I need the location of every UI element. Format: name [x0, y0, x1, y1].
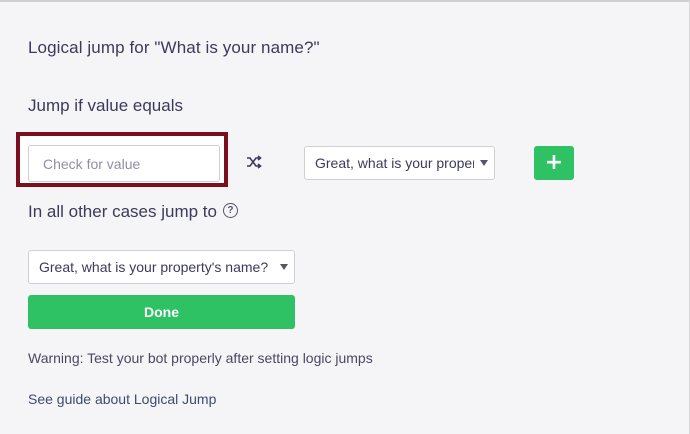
caret-down-icon	[280, 264, 288, 270]
fallback-label: In all other cases jump to	[28, 202, 217, 221]
shuffle-icon	[247, 155, 262, 169]
question-circle-icon[interactable]: ?	[222, 203, 238, 219]
guide-link[interactable]: See guide about Logical Jump	[28, 391, 216, 407]
done-button[interactable]: Done	[28, 295, 295, 329]
jump-target-value: Great, what is your property's name?	[315, 155, 474, 171]
top-divider	[0, 0, 690, 2]
logical-jump-panel: Logical jump for "What is your name?" Ju…	[0, 0, 690, 434]
check-value-input[interactable]	[28, 145, 220, 182]
fallback-target-value: Great, what is your property's name?	[39, 259, 269, 275]
fallback-target-select[interactable]: Great, what is your property's name?	[28, 250, 295, 284]
jump-target-select[interactable]: Great, what is your property's name?	[304, 146, 495, 180]
jump-condition-label: Jump if value equals	[28, 96, 183, 115]
add-rule-button[interactable]: +	[534, 146, 574, 180]
page-title: Logical jump for "What is your name?"	[28, 38, 320, 57]
fallback-label-row: In all other cases jump to?	[28, 202, 238, 222]
warning-text: Warning: Test your bot properly after se…	[28, 350, 373, 366]
caret-down-icon	[480, 160, 488, 166]
